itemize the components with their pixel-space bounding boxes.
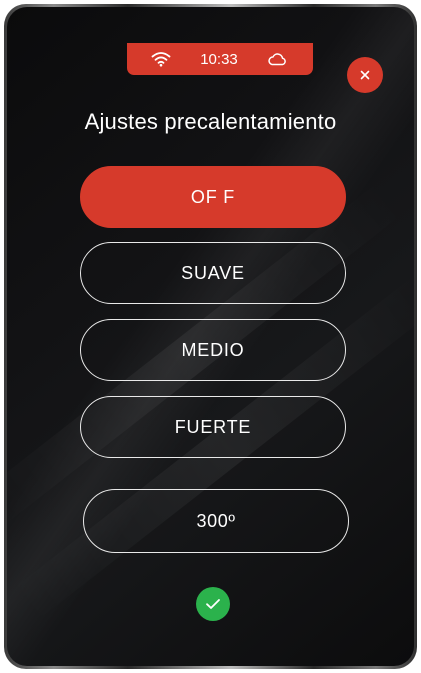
option-label: MEDIO [181,339,245,360]
wifi-icon [151,51,171,67]
option-suave-button[interactable]: SUAVE [80,242,346,304]
screen: 10:33 Ajustes precalentamiento OF F SUAV… [7,7,414,666]
option-label: OF F [190,186,236,207]
temperature-label: 300º [196,510,236,531]
option-off-button[interactable]: OF F [80,166,346,228]
option-label: FUERTE [174,416,252,437]
status-time: 10:33 [200,50,238,68]
confirm-button[interactable] [196,587,230,621]
cloud-icon [267,52,287,66]
page-title: Ajustes precalentamiento [84,109,337,134]
option-label: SUAVE [181,262,245,283]
check-icon [206,599,220,609]
close-icon [360,70,370,80]
temperature-button[interactable]: 300º [83,489,349,553]
status-bar: 10:33 [127,43,313,75]
option-medio-button[interactable]: MEDIO [80,319,346,381]
device-frame: 10:33 Ajustes precalentamiento OF F SUAV… [4,4,417,669]
option-fuerte-button[interactable]: FUERTE [80,396,346,458]
close-button[interactable] [347,57,383,93]
